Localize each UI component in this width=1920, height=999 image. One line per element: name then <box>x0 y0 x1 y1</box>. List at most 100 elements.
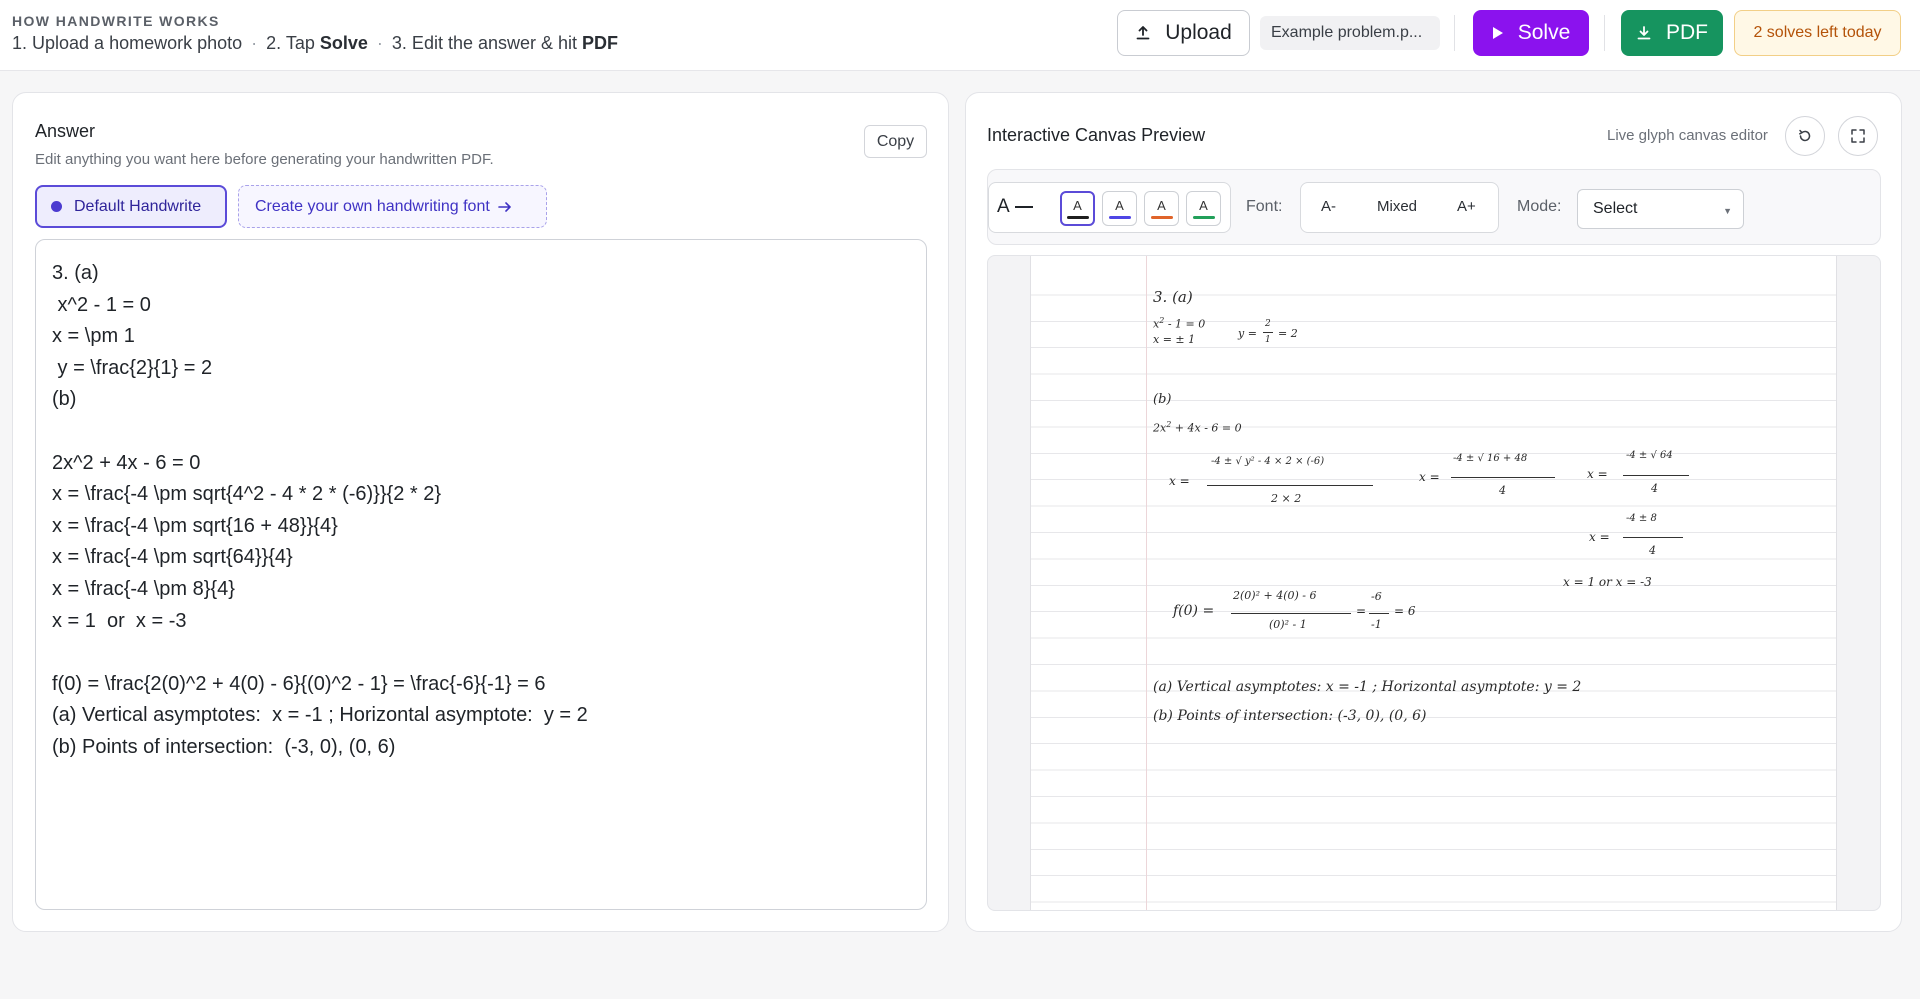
stroke-style-indicator: A <box>997 196 1033 218</box>
hw-frac3-den[interactable]: 4 <box>1651 482 1658 495</box>
hw-frac4-den[interactable]: 4 <box>1649 544 1656 557</box>
hw-frac2-num[interactable]: -4 ± √ 16 + 48 <box>1453 453 1527 464</box>
hw-f0-lhs[interactable]: f(0) = <box>1173 603 1214 619</box>
handwritten-page[interactable]: 3. (a) x2 - 1 = 0 x = ± 1 y = 2 1 = 2 (b… <box>1030 256 1837 910</box>
step-2-bold: Solve <box>319 33 368 53</box>
hw-asymptotes[interactable]: (a) Vertical asymptotes: x = -1 ; Horizo… <box>1153 679 1581 695</box>
solve-label: Solve <box>1517 21 1571 44</box>
swatch-letter: A <box>1115 198 1124 213</box>
answer-subtitle: Edit anything you want here before gener… <box>35 151 494 168</box>
hw-part-b[interactable]: (b) <box>1153 392 1171 407</box>
swatch-letter: A <box>1157 198 1166 213</box>
hw-frac4-num[interactable]: -4 ± 8 <box>1626 513 1657 524</box>
step-3-bold: PDF <box>582 33 619 53</box>
mode-select[interactable]: Select ▼ <box>1577 189 1744 229</box>
hw-frac1-num[interactable]: -4 ± √ y² - 4 × 2 × (-6) <box>1211 456 1324 467</box>
swatch-underline <box>1150 216 1173 219</box>
font-default-button[interactable]: Default Handwrite <box>35 185 227 228</box>
font-label: Font: <box>1246 198 1283 215</box>
hw-f0-den2[interactable]: -1 <box>1371 618 1382 631</box>
hw-quadratic[interactable]: 2x2 + 4x - 6 = 0 <box>1153 420 1242 435</box>
hw-fraction-bar <box>1451 477 1555 478</box>
swatch-underline <box>1108 216 1131 219</box>
hw-f0-den[interactable]: (0)² - 1 <box>1269 618 1307 631</box>
ink-color-group: A A A A A <box>988 182 1231 233</box>
solve-button[interactable]: Solve <box>1473 10 1589 56</box>
hw-frac3-num[interactable]: -4 ± √ 64 <box>1626 450 1673 461</box>
swatch-underline <box>1192 216 1215 219</box>
mode-value: Select <box>1593 200 1638 217</box>
selected-file-chip[interactable]: Example problem.p... <box>1260 16 1440 50</box>
page-margin-line <box>1146 256 1147 910</box>
canvas-title: Interactive Canvas Preview <box>987 125 1206 145</box>
hw-y-rhs[interactable]: = 2 <box>1278 327 1298 340</box>
solves-left-badge: 2 solves left today <box>1734 10 1901 56</box>
hw-f0-eq[interactable]: = <box>1356 604 1366 618</box>
font-size-group: A- Mixed A+ <box>1300 182 1499 233</box>
canvas-toolbar: A A A A A Font: A- Mixed A+ Mode: Select… <box>987 169 1881 245</box>
hw-eq-x-squared[interactable]: x2 - 1 = 0 <box>1153 316 1205 331</box>
dash-icon <box>1014 206 1033 208</box>
arrow-right-icon <box>497 201 511 212</box>
hw-eq-x-exp: 2 <box>1159 316 1165 325</box>
hw-y-den[interactable]: 1 <box>1265 335 1271 345</box>
copy-button[interactable]: Copy <box>864 125 927 158</box>
font-mixed-button[interactable]: Mixed <box>1377 198 1417 215</box>
step-separator: · <box>376 33 383 53</box>
pdf-button[interactable]: PDF <box>1621 10 1723 56</box>
answer-panel: Answer Edit anything you want here befor… <box>12 92 949 932</box>
ink-swatch-blue[interactable]: A <box>1102 191 1137 226</box>
hw-f0-rhs[interactable]: = 6 <box>1394 604 1416 618</box>
swatch-letter: A <box>1199 198 1208 213</box>
hw-intersections[interactable]: (b) Points of intersection: (-3, 0), (0,… <box>1153 708 1426 724</box>
reset-button[interactable] <box>1785 116 1825 156</box>
fullscreen-icon <box>1851 129 1865 143</box>
fullscreen-button[interactable] <box>1838 116 1878 156</box>
hw-f0-num[interactable]: 2(0)² + 4(0) - 6 <box>1233 589 1317 602</box>
swatch-letter: A <box>1073 198 1082 213</box>
hw-frac1-den[interactable]: 2 × 2 <box>1271 492 1301 505</box>
font-larger-button[interactable]: A+ <box>1457 198 1476 215</box>
canvas-panel: Interactive Canvas Preview Live glyph ca… <box>965 92 1902 932</box>
hw-x-eq-4[interactable]: x = <box>1589 530 1610 544</box>
download-icon <box>1637 26 1651 40</box>
create-font-button[interactable]: Create your own handwriting font <box>238 185 547 228</box>
play-icon <box>1492 27 1503 39</box>
hw-y-lhs[interactable]: y = <box>1238 327 1257 340</box>
swatch-underline <box>1066 216 1089 219</box>
top-bar: HOW HANDWRITE WORKS 1. Upload a homework… <box>0 0 1920 71</box>
ink-swatch-black[interactable]: A <box>1060 191 1095 226</box>
selected-dot-icon <box>51 201 62 212</box>
rotate-ccw-icon <box>1799 129 1811 142</box>
hw-x-eq-3[interactable]: x = <box>1587 467 1608 481</box>
step-separator: · <box>251 33 258 53</box>
answer-textarea[interactable]: 3. (a) x^2 - 1 = 0 x = \pm 1 y = \frac{2… <box>35 239 927 910</box>
ink-swatch-green[interactable]: A <box>1186 191 1221 226</box>
hw-y-num[interactable]: 2 <box>1265 319 1271 329</box>
divider <box>1604 15 1605 51</box>
hw-frac2-den[interactable]: 4 <box>1499 484 1506 497</box>
hw-f0-num2[interactable]: -6 <box>1371 590 1382 603</box>
hw-fraction-bar <box>1623 475 1689 476</box>
live-editor-label: Live glyph canvas editor <box>1607 127 1768 144</box>
hw-line-3a[interactable]: 3. (a) <box>1153 288 1193 306</box>
hw-x-eq-1[interactable]: x = <box>1169 474 1190 488</box>
hw-fraction-bar <box>1207 485 1373 486</box>
hw-fraction-bar <box>1231 613 1351 614</box>
mode-label: Mode: <box>1517 198 1562 215</box>
step-3-prefix: 3. Edit the answer & hit <box>391 33 578 53</box>
hw-x-eq-2[interactable]: x = <box>1419 470 1440 484</box>
upload-button[interactable]: Upload <box>1117 10 1250 56</box>
upload-icon <box>1136 26 1150 40</box>
hw-eq-x-pm[interactable]: x = ± 1 <box>1153 333 1195 346</box>
font-default-label: Default Handwrite <box>74 197 202 215</box>
hw-roots[interactable]: x = 1 or x = -3 <box>1563 575 1652 589</box>
chevron-down-icon: ▼ <box>1723 206 1732 216</box>
ink-swatch-orange[interactable]: A <box>1144 191 1179 226</box>
hw-eq-x-rest: - 1 = 0 <box>1167 317 1206 331</box>
hw-fraction-bar <box>1263 332 1273 333</box>
step-1: 1. Upload a homework photo <box>12 33 243 53</box>
font-smaller-button[interactable]: A- <box>1321 198 1336 215</box>
hw-fraction-bar <box>1369 613 1389 614</box>
canvas-area[interactable]: 3. (a) x2 - 1 = 0 x = ± 1 y = 2 1 = 2 (b… <box>987 255 1881 911</box>
